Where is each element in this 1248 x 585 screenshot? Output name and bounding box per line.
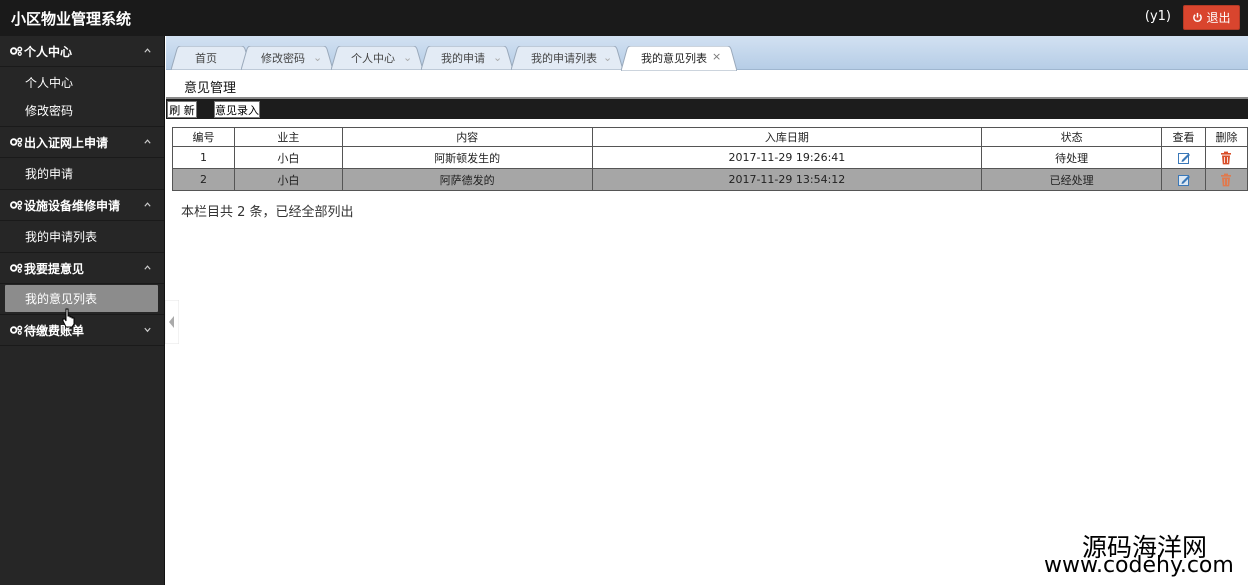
cell-id: 1 xyxy=(172,146,235,169)
nav-group-personal-center[interactable]: 个人中心 xyxy=(0,36,164,67)
sidebar-item-label: 我的意见列表 xyxy=(25,292,98,306)
refresh-button[interactable]: 刷 新 xyxy=(167,101,197,118)
cell-content: 阿萨德发的 xyxy=(341,168,593,191)
app-title: 小区物业管理系统 xyxy=(11,10,132,28)
cell-id: 2 xyxy=(172,168,235,191)
table-row: 2 小白 阿萨德发的 2017-11-29 13:54:12 已经处理 xyxy=(172,168,1248,191)
nav-group-repair-request[interactable]: 设施设备维修申请 xyxy=(0,190,164,221)
nav-sub-list: 我的申请 xyxy=(0,158,164,190)
tab-my-application-list[interactable]: 我的申请列表 ⌄ xyxy=(511,46,623,70)
column-header-date: 入库日期 xyxy=(591,127,983,147)
chevron-up-icon xyxy=(144,202,151,207)
sidebar-item-label: 我的申请 xyxy=(25,166,74,181)
cogs-icon xyxy=(10,325,23,335)
sidebar-item-change-password[interactable]: 修改密码 xyxy=(0,96,164,124)
cell-content: 阿斯顿发生的 xyxy=(341,146,593,169)
sidebar-collapse-handle[interactable] xyxy=(165,300,179,344)
cell-delete xyxy=(1204,146,1248,169)
toolbar: 刷 新 意见录入 xyxy=(166,97,1248,119)
tab-my-application[interactable]: 我的申请 ⌄ xyxy=(421,46,513,70)
cogs-icon xyxy=(10,46,23,56)
table-header-row: 编号 业主 内容 入库日期 状态 查看 删除 xyxy=(172,127,1248,147)
column-header-id: 编号 xyxy=(172,127,235,147)
cogs-icon xyxy=(10,263,23,273)
top-bar: 小区物业管理系统 (y1) 退出 xyxy=(0,0,1248,36)
logout-label: 退出 xyxy=(1206,11,1231,25)
sidebar-item-my-feedback-list[interactable]: 我的意见列表 xyxy=(5,285,158,312)
edit-icon[interactable] xyxy=(1177,173,1191,187)
watermark-url: www.codehy.com xyxy=(1044,553,1234,578)
nav-group-feedback[interactable]: 我要提意见 xyxy=(0,253,164,284)
sidebar-item-label: 我的申请列表 xyxy=(25,229,98,244)
tab-personal-center[interactable]: 个人中心 ⌄ xyxy=(331,46,423,70)
column-header-status: 状态 xyxy=(981,127,1163,147)
tab-label: 修改密码 xyxy=(261,52,305,65)
trash-icon[interactable] xyxy=(1219,151,1233,165)
tab-close-icon[interactable]: ⌄ xyxy=(603,51,612,64)
hand-cursor-icon xyxy=(62,308,75,328)
tab-my-feedback-list[interactable]: 我的意见列表 × xyxy=(621,46,737,71)
nav-sub-list: 我的意见列表 xyxy=(0,284,164,315)
chevron-up-icon xyxy=(144,265,151,270)
cell-view xyxy=(1161,146,1206,169)
cell-owner: 小白 xyxy=(233,168,343,191)
tab-label: 首页 xyxy=(195,52,217,65)
tab-close-icon[interactable]: ⌄ xyxy=(493,51,502,64)
tab-close-icon[interactable]: ⌄ xyxy=(403,51,412,64)
page-title: 意见管理 xyxy=(184,81,237,96)
cell-view xyxy=(1161,168,1206,191)
sidebar-item-label: 个人中心 xyxy=(25,75,74,90)
logout-button[interactable]: 退出 xyxy=(1183,5,1240,30)
column-header-owner: 业主 xyxy=(233,127,343,147)
nav-sub-list: 个人中心 修改密码 xyxy=(0,67,164,127)
cell-owner: 小白 xyxy=(233,146,343,169)
feedback-table: 编号 业主 内容 入库日期 状态 查看 删除 1 小白 阿斯顿发生的 2017-… xyxy=(172,127,1248,191)
nav-group-pending-bills[interactable]: 待缴费账单 xyxy=(0,315,164,346)
sidebar: 个人中心 个人中心 修改密码 出入证网上申请 我的申请 设施设备维修申请 我的申… xyxy=(0,36,165,585)
cell-delete xyxy=(1204,168,1248,191)
cell-status: 待处理 xyxy=(981,146,1163,169)
cell-status: 已经处理 xyxy=(981,168,1163,191)
sidebar-item-personal-center[interactable]: 个人中心 xyxy=(0,68,164,96)
nav-group-access-pass[interactable]: 出入证网上申请 xyxy=(0,127,164,158)
chevron-up-icon xyxy=(144,48,151,53)
cell-date: 2017-11-29 19:26:41 xyxy=(591,146,983,169)
nav-sub-list: 我的申请列表 xyxy=(0,221,164,253)
column-header-content: 内容 xyxy=(341,127,593,147)
nav-group-label: 设施设备维修申请 xyxy=(24,198,121,213)
tab-label: 我的申请 xyxy=(441,52,485,65)
tab-label: 个人中心 xyxy=(351,52,395,65)
close-icon[interactable]: × xyxy=(712,50,721,63)
tab-close-icon[interactable]: ⌄ xyxy=(313,51,322,64)
table-row: 1 小白 阿斯顿发生的 2017-11-29 19:26:41 待处理 xyxy=(172,146,1248,169)
nav-group-label: 个人中心 xyxy=(24,44,73,59)
record-count: 本栏目共 2 条，已经全部列出 xyxy=(181,205,354,220)
current-user: (y1) xyxy=(1144,9,1171,24)
cogs-icon xyxy=(10,137,23,147)
sidebar-item-my-application[interactable]: 我的申请 xyxy=(0,159,164,187)
column-header-view: 查看 xyxy=(1161,127,1206,147)
chevron-up-icon xyxy=(144,139,151,144)
tab-change-password[interactable]: 修改密码 ⌄ xyxy=(241,46,333,70)
add-feedback-button[interactable]: 意见录入 xyxy=(214,101,260,118)
tab-label: 我的意见列表 xyxy=(641,52,707,65)
nav-group-label: 我要提意见 xyxy=(24,261,85,276)
edit-icon[interactable] xyxy=(1177,151,1191,165)
cell-date: 2017-11-29 13:54:12 xyxy=(591,168,983,191)
cogs-icon xyxy=(10,200,23,210)
sidebar-item-my-application-list[interactable]: 我的申请列表 xyxy=(0,222,164,250)
trash-icon[interactable] xyxy=(1219,173,1233,187)
tab-home[interactable]: 首页 xyxy=(171,46,251,70)
column-header-delete: 删除 xyxy=(1204,127,1248,147)
tab-strip: 首页 修改密码 ⌄ 个人中心 ⌄ 我的申请 ⌄ 我的申请列表 ⌄ 我的意见列表 … xyxy=(166,36,1248,71)
power-icon xyxy=(1193,12,1203,22)
nav-group-label: 出入证网上申请 xyxy=(24,135,109,150)
tab-label: 我的申请列表 xyxy=(531,52,597,65)
chevron-down-icon xyxy=(144,327,151,333)
sidebar-item-label: 修改密码 xyxy=(25,103,74,118)
